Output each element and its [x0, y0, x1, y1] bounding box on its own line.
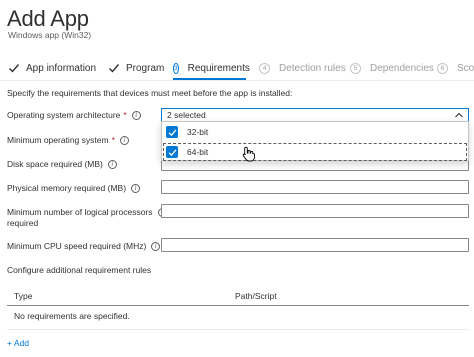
label-text: Minimum CPU speed required (MHz) — [7, 241, 147, 251]
step-label: App information — [26, 62, 97, 74]
steps-divider — [0, 80, 474, 81]
step-number: 4 — [259, 62, 270, 74]
step-number: 5 — [350, 62, 361, 74]
info-icon[interactable]: i — [131, 111, 141, 120]
logical-processors-label: Minimum number of logical processorsi re… — [7, 207, 167, 229]
logical-processors-input[interactable] — [161, 204, 469, 218]
rules-table-header: Type Path/Script — [7, 291, 469, 305]
step-app-information[interactable]: App information — [8, 56, 96, 80]
required-marker: * — [111, 135, 115, 145]
info-icon[interactable]: i — [107, 160, 117, 169]
step-number: 6 — [437, 62, 448, 74]
page-title: Add App — [7, 6, 89, 31]
label-text: Minimum operating system — [7, 135, 109, 145]
label-text: Disk space required (MB) — [7, 159, 103, 169]
label-text: Minimum number of logical processors — [7, 207, 153, 217]
info-icon[interactable]: i — [131, 184, 141, 193]
cpu-speed-label: Minimum CPU speed required (MHz) i — [7, 241, 161, 252]
step-label: Scope — [457, 62, 474, 74]
step-label: Dependencies — [370, 62, 434, 74]
step-program[interactable]: Program — [108, 56, 164, 80]
add-requirement-link[interactable]: + Add — [7, 338, 29, 348]
step-label: Requirements — [187, 62, 250, 74]
checkbox-checked[interactable] — [166, 146, 178, 158]
step-detection-rules: 4 Detection rules — [259, 56, 346, 80]
step-label: Detection rules — [279, 62, 346, 74]
additional-rules-heading: Configure additional requirement rules — [7, 265, 152, 275]
empty-table-row: No requirements are specified. — [7, 311, 469, 325]
step-requirements[interactable]: 3 Requirements — [173, 56, 250, 80]
hand-cursor-icon — [242, 146, 255, 162]
os-architecture-dropdown: 32-bit 64-bit — [161, 121, 469, 161]
check-icon — [168, 128, 176, 136]
label-text: required — [7, 218, 39, 228]
option-64-bit[interactable]: 64-bit — [162, 142, 468, 162]
option-label: 32-bit — [187, 127, 209, 137]
step-dependencies: 5 Dependencies — [350, 56, 434, 80]
label-text: Operating system architecture — [7, 110, 121, 120]
cpu-speed-input[interactable] — [161, 238, 469, 252]
step-number: 3 — [173, 62, 179, 74]
os-architecture-label: Operating system architecture * i — [7, 110, 141, 121]
wizard-steps: App information Program 3 Requirements 4… — [0, 56, 474, 80]
info-icon[interactable]: i — [151, 242, 161, 251]
info-icon[interactable]: i — [119, 136, 129, 145]
check-icon — [168, 148, 176, 156]
column-path-script: Path/Script — [235, 291, 277, 301]
check-icon — [109, 64, 120, 73]
select-value: 2 selected — [167, 110, 206, 120]
table-row-divider — [7, 329, 469, 330]
option-label: 64-bit — [187, 147, 209, 157]
min-os-label: Minimum operating system * i — [7, 135, 129, 146]
checkbox-checked[interactable] — [166, 126, 178, 138]
step-label: Program — [126, 62, 165, 74]
label-text: Physical memory required (MB) — [7, 183, 127, 193]
physical-memory-input[interactable] — [161, 180, 469, 194]
table-header-divider — [7, 305, 469, 306]
step-scope: 6 Scope — [437, 56, 474, 80]
disk-space-label: Disk space required (MB) i — [7, 159, 117, 170]
check-icon — [9, 64, 20, 73]
requirements-intro: Specify the requirements that devices mu… — [7, 88, 293, 98]
column-type: Type — [14, 291, 33, 301]
page-subtitle: Windows app (Win32) — [8, 30, 92, 40]
option-32-bit[interactable]: 32-bit — [162, 122, 468, 142]
physical-memory-label: Physical memory required (MB) i — [7, 183, 141, 194]
required-marker: * — [123, 110, 127, 120]
chevron-up-icon — [455, 112, 463, 118]
empty-message: No requirements are specified. — [14, 311, 130, 321]
os-architecture-select[interactable]: 2 selected — [161, 108, 469, 122]
